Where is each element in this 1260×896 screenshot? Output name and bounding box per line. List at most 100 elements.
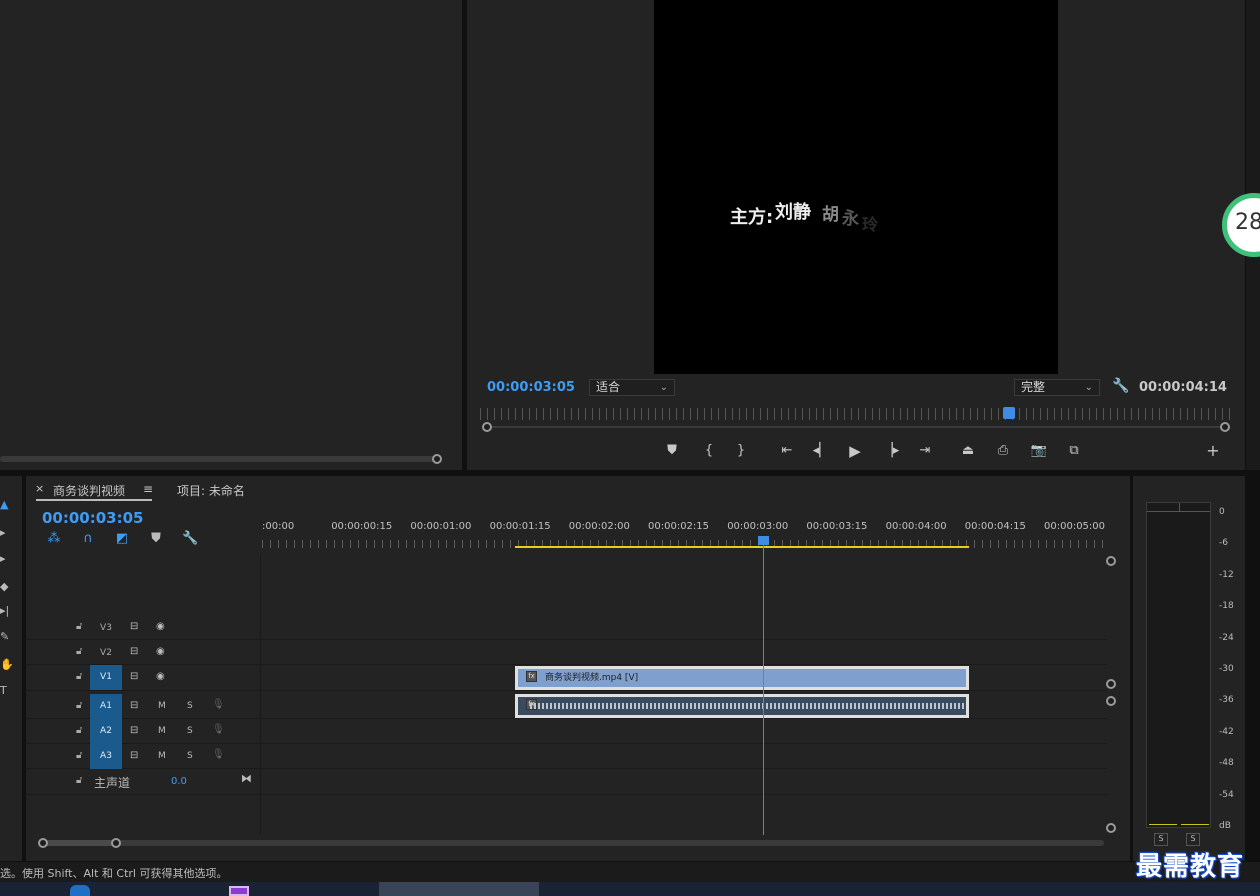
- source-scrollbar[interactable]: [0, 453, 446, 465]
- go-to-end-icon[interactable]: ⧓: [241, 772, 252, 785]
- solo-left-button[interactable]: S: [1154, 833, 1168, 846]
- toggle-sync-lock-icon[interactable]: ⊟: [130, 725, 138, 736]
- track-label-a3[interactable]: A3: [90, 744, 122, 769]
- lock-icon[interactable]: 🔓︎: [76, 725, 82, 736]
- db-label: -36: [1219, 695, 1234, 706]
- ruler-tick-label: 00:00:01:00: [410, 521, 472, 532]
- audio-clip[interactable]: fx: [515, 694, 969, 718]
- tab-sequence[interactable]: 商务谈判视频: [53, 482, 125, 499]
- vscroll-top-handle[interactable]: [1106, 556, 1116, 566]
- tab-project[interactable]: 项目: 未命名: [177, 482, 245, 499]
- eye-icon[interactable]: ◉: [156, 621, 165, 632]
- eye-icon[interactable]: ◉: [156, 671, 165, 682]
- add-button-icon[interactable]: +: [1203, 442, 1223, 460]
- pen-tool-icon[interactable]: ✎: [0, 630, 10, 643]
- ripple-edit-tool-icon[interactable]: ▸: [0, 552, 10, 565]
- taskbar-app-icon[interactable]: [229, 886, 249, 896]
- play-icon[interactable]: ▶: [845, 442, 865, 460]
- lift-icon[interactable]: ⏏: [958, 442, 978, 460]
- toggle-sync-lock-icon[interactable]: ⊟: [130, 700, 138, 711]
- track-label-a2[interactable]: A2: [90, 719, 122, 744]
- db-label: 0: [1219, 507, 1225, 517]
- timeline-horizontal-scrollbar[interactable]: [38, 837, 1106, 849]
- solo-button[interactable]: S: [187, 726, 193, 736]
- track-label-v2[interactable]: V2: [90, 648, 122, 658]
- solo-right-button[interactable]: S: [1186, 833, 1200, 846]
- go-to-out-icon[interactable]: ⇥: [915, 442, 935, 460]
- step-forward-icon[interactable]: ▕▸: [881, 442, 901, 460]
- microphone-icon[interactable]: 🎙︎: [212, 724, 225, 735]
- track-row-a2: 🔓︎ A2 ⊟ M S 🎙︎: [26, 719, 1107, 744]
- tab-menu-icon[interactable]: ≡: [143, 482, 153, 496]
- hscroll-left-handle[interactable]: [38, 838, 48, 848]
- program-video-frame: 主方: 刘静 胡 永 玲: [654, 0, 1058, 374]
- taskbar-app-icon[interactable]: [70, 885, 90, 896]
- microphone-icon[interactable]: 🎙︎: [212, 749, 225, 760]
- hand-tool-icon[interactable]: ✋: [0, 658, 14, 671]
- add-marker-icon[interactable]: ⛊: [662, 442, 682, 460]
- razor-tool-icon[interactable]: ◆: [0, 580, 10, 593]
- lock-icon[interactable]: 🔓︎: [76, 646, 82, 657]
- timeline-vertical-scrollbar[interactable]: [1106, 556, 1118, 833]
- close-tab-icon[interactable]: ×: [35, 482, 44, 495]
- program-zoom-left-handle[interactable]: [482, 422, 492, 432]
- toggle-sync-lock-icon[interactable]: ⊟: [130, 646, 138, 657]
- lock-icon[interactable]: 🔓︎: [76, 700, 82, 711]
- vscroll-mid-handle[interactable]: [1106, 679, 1116, 689]
- mute-button[interactable]: M: [158, 726, 166, 736]
- step-back-icon[interactable]: ◂▏: [811, 442, 831, 460]
- video-clip[interactable]: fx 商务谈判视频.mp4 [V]: [515, 666, 969, 690]
- mute-button[interactable]: M: [158, 751, 166, 761]
- vscroll-audio-handle[interactable]: [1106, 696, 1116, 706]
- nest-sequence-icon[interactable]: ⁂: [46, 531, 62, 546]
- snap-magnet-icon[interactable]: ∩: [80, 531, 96, 546]
- timeline-ruler[interactable]: :00:00 00:00:00:15 00:00:01:00 00:00:01:15 0…: [262, 521, 1107, 535]
- lock-icon[interactable]: 🔓︎: [76, 775, 82, 786]
- type-tool-icon[interactable]: T: [0, 684, 10, 697]
- track-label-a1[interactable]: A1: [90, 694, 122, 719]
- slip-tool-icon[interactable]: ▸|: [0, 604, 10, 617]
- timeline-playhead[interactable]: [758, 536, 769, 545]
- track-select-tool-icon[interactable]: ▸: [0, 526, 10, 539]
- mark-in-icon[interactable]: {: [699, 442, 719, 460]
- linked-selection-icon[interactable]: ◩: [114, 531, 130, 546]
- taskbar-active-item[interactable]: [379, 882, 539, 896]
- go-to-in-icon[interactable]: ⇤: [777, 442, 797, 460]
- comparison-view-icon[interactable]: ⧉: [1064, 442, 1084, 460]
- mute-button[interactable]: M: [158, 701, 166, 711]
- program-zoom-right-handle[interactable]: [1220, 422, 1230, 432]
- toggle-sync-lock-icon[interactable]: ⊟: [130, 750, 138, 761]
- mark-out-icon[interactable]: }: [731, 442, 751, 460]
- master-volume-value[interactable]: 0.0: [171, 776, 187, 787]
- solo-button[interactable]: S: [187, 751, 193, 761]
- toggle-sync-lock-icon[interactable]: ⊟: [130, 671, 138, 682]
- quality-select[interactable]: 完整 ⌄: [1014, 379, 1100, 396]
- lock-icon[interactable]: 🔓︎: [76, 671, 82, 682]
- extract-icon[interactable]: ⎙: [993, 442, 1013, 460]
- track-label-v3[interactable]: V3: [90, 623, 122, 633]
- quality-select-value: 完整: [1021, 380, 1046, 394]
- lock-icon[interactable]: 🔓︎: [76, 621, 82, 632]
- vscroll-bottom-handle[interactable]: [1106, 823, 1116, 833]
- source-scroll-handle[interactable]: [432, 454, 442, 464]
- solo-button[interactable]: S: [187, 701, 193, 711]
- hscroll-right-handle[interactable]: [111, 838, 121, 848]
- program-playhead[interactable]: [1003, 407, 1015, 419]
- ruler-tick-label: 00:00:03:15: [806, 521, 868, 532]
- wrench-icon[interactable]: 🔧: [1112, 378, 1129, 394]
- toggle-sync-lock-icon[interactable]: ⊟: [130, 621, 138, 632]
- add-marker-icon[interactable]: ⛊: [148, 531, 164, 546]
- timeline-timecode[interactable]: 00:00:03:05: [42, 509, 144, 527]
- microphone-icon[interactable]: 🎙︎: [212, 699, 225, 710]
- work-area-bar[interactable]: [515, 546, 969, 548]
- selection-tool-icon[interactable]: ▲: [0, 498, 10, 511]
- camera-icon[interactable]: 📷: [1029, 442, 1049, 460]
- fit-select[interactable]: 适合 ⌄: [589, 379, 675, 396]
- program-ruler[interactable]: [480, 408, 1232, 420]
- track-label-v1[interactable]: V1: [90, 665, 122, 690]
- eye-icon[interactable]: ◉: [156, 646, 165, 657]
- lock-icon[interactable]: 🔓︎: [76, 750, 82, 761]
- program-timecode[interactable]: 00:00:03:05: [487, 380, 575, 395]
- timeline-settings-wrench-icon[interactable]: 🔧: [182, 531, 198, 546]
- program-zoom-bar[interactable]: [487, 426, 1225, 428]
